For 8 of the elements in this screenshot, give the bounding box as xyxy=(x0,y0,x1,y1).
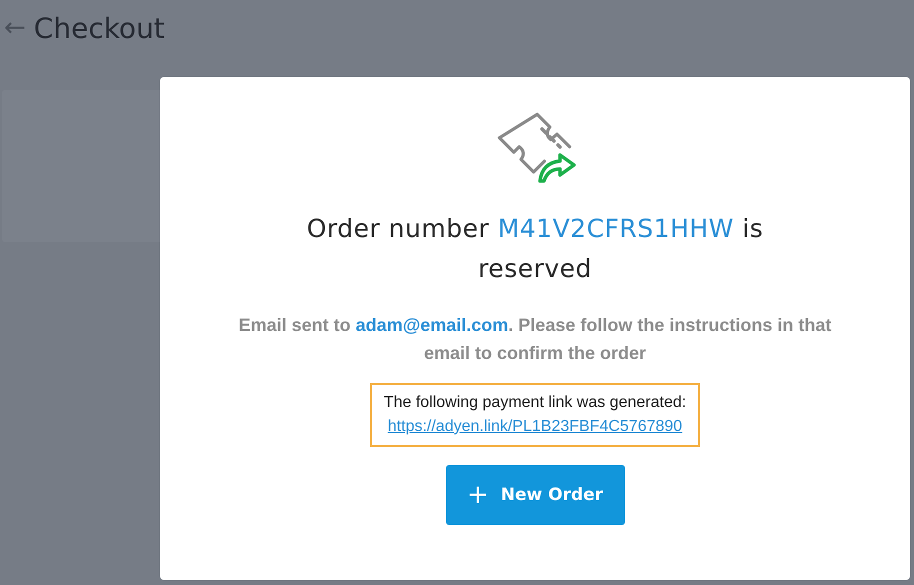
order-heading: Order number M41V2CFRS1HHW is reserved xyxy=(306,213,764,285)
back-arrow-icon[interactable]: ← xyxy=(4,15,26,41)
email-link[interactable]: adam@email.com xyxy=(356,315,508,335)
page-title: Checkout xyxy=(34,12,165,44)
payment-link[interactable]: https://adyen.link/PL1B23FBF4C5767890 xyxy=(388,415,682,439)
new-order-button[interactable]: + New Order xyxy=(446,465,624,525)
payment-notice-text: The following payment link was generated: xyxy=(384,393,686,413)
email-message: Email sent to adam@email.com. Please follow the instructions in that email to confirm the order xyxy=(238,314,832,365)
